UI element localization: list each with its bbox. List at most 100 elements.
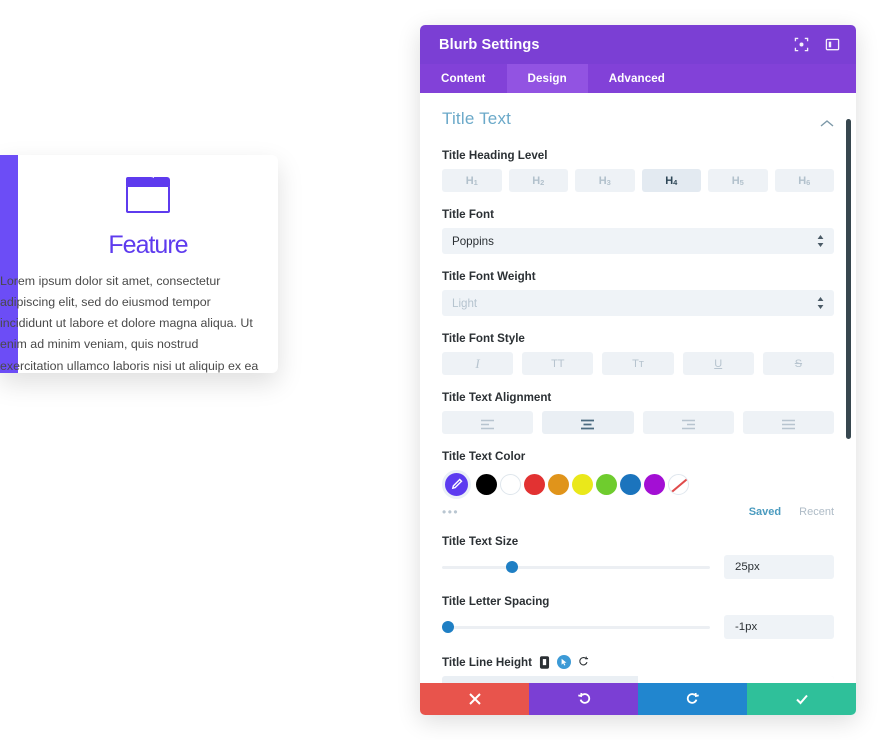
recent-colors-tab[interactable]: Recent xyxy=(799,506,834,518)
redo-icon xyxy=(686,692,699,704)
panel-header-actions xyxy=(794,37,840,52)
field-title-text-alignment: Title Text Alignment xyxy=(442,391,834,434)
small-caps-icon[interactable]: Tт xyxy=(602,352,674,375)
tab-content[interactable]: Content xyxy=(420,64,507,93)
title-font-weight-select[interactable]: Light xyxy=(442,290,834,316)
heading-level-buttons: H1 H2 H3 H4 H5 H6 xyxy=(442,169,834,192)
redo-button[interactable] xyxy=(638,683,747,715)
underline-glyph: U xyxy=(714,357,723,370)
blurb-settings-panel: Blurb Settings Content Design Advanced T… xyxy=(420,25,856,715)
title-font-value: Poppins xyxy=(452,234,494,248)
label-title-font-weight: Title Font Weight xyxy=(442,270,536,283)
font-style-buttons: I TT Tт U S xyxy=(442,352,835,375)
field-title-heading-level: Title Heading Level H1 H2 H3 H4 H5 H6 xyxy=(442,149,834,192)
field-title-text-color: Title Text Color ••• Saved Recent xyxy=(442,450,834,519)
heading-level-h3[interactable]: H3 xyxy=(575,169,635,192)
slider-track xyxy=(442,625,710,629)
title-text-size-row: 25px xyxy=(442,555,834,579)
line-height-state-toggle: Default Hover xyxy=(442,676,834,683)
undo-icon xyxy=(577,692,590,704)
panel-layout-icon[interactable] xyxy=(825,37,840,52)
focus-target-icon[interactable] xyxy=(794,37,809,52)
strikethrough-icon[interactable]: S xyxy=(762,352,835,375)
tab-design[interactable]: Design xyxy=(506,64,588,93)
cancel-button[interactable] xyxy=(420,683,529,715)
panel-body: Title Text Title Heading Level H1 H2 H3 … xyxy=(420,93,856,683)
mobile-device-icon[interactable] xyxy=(539,655,550,669)
section-heading: Title Text xyxy=(442,109,512,128)
slider-thumb[interactable] xyxy=(506,561,519,573)
screen-root: Feature Lorem ipsum dolor sit amet, cons… xyxy=(0,0,880,740)
heading-level-h6[interactable]: H6 xyxy=(774,169,834,192)
settings-scroll-area: Title Text Title Heading Level H1 H2 H3 … xyxy=(420,93,856,683)
small-caps-glyph: Tт xyxy=(632,357,644,370)
label-title-text-alignment: Title Text Alignment xyxy=(442,391,552,404)
undo-button[interactable] xyxy=(529,683,638,715)
title-letter-spacing-slider[interactable] xyxy=(442,619,710,635)
panel-footer xyxy=(420,683,856,715)
tab-advanced[interactable]: Advanced xyxy=(588,64,686,93)
blurb-card[interactable]: Feature Lorem ipsum dolor sit amet, cons… xyxy=(0,155,278,373)
color-swatch-magenta[interactable] xyxy=(644,474,665,495)
select-arrows-icon xyxy=(817,235,824,247)
title-font-select[interactable]: Poppins xyxy=(442,228,834,254)
color-swatch-blue[interactable] xyxy=(620,474,641,495)
panel-tabs: Content Design Advanced xyxy=(420,64,856,93)
card-content: Feature Lorem ipsum dolor sit amet, cons… xyxy=(0,155,278,373)
color-swatch-transparent[interactable] xyxy=(668,474,689,495)
italic-icon[interactable]: I xyxy=(442,352,514,375)
color-picker-button[interactable] xyxy=(442,470,471,499)
field-title-letter-spacing: Title Letter Spacing -1px xyxy=(442,595,834,639)
label-title-font-style: Title Font Style xyxy=(442,332,525,345)
save-button[interactable] xyxy=(747,683,856,715)
color-swatch-yellow[interactable] xyxy=(572,474,593,495)
saved-colors-tab[interactable]: Saved xyxy=(749,506,781,518)
label-title-line-height: Title Line Height xyxy=(442,655,532,669)
title-text-size-value[interactable]: 25px xyxy=(724,555,834,579)
chevron-up-icon[interactable] xyxy=(820,115,834,127)
color-swatch-orange[interactable] xyxy=(548,474,569,495)
panel-scrollbar[interactable] xyxy=(846,119,851,439)
state-tab-default[interactable]: Default xyxy=(442,676,638,684)
state-tab-hover[interactable]: Hover xyxy=(638,676,834,683)
color-swatch-white[interactable] xyxy=(500,474,521,495)
close-icon xyxy=(468,693,481,705)
heading-level-h5[interactable]: H5 xyxy=(708,169,768,192)
color-swatch-green[interactable] xyxy=(596,474,617,495)
field-title-line-height: Title Line Height xyxy=(442,655,834,683)
label-title-heading-level: Title Heading Level xyxy=(442,149,548,162)
uppercase-icon[interactable]: TT xyxy=(522,352,594,375)
color-swatch-black[interactable] xyxy=(476,474,497,495)
align-right-icon[interactable] xyxy=(642,411,734,434)
heading-level-h2[interactable]: H2 xyxy=(508,169,568,192)
underline-icon[interactable]: U xyxy=(682,352,754,375)
slider-thumb[interactable] xyxy=(442,621,454,633)
field-title-font: Title Font Poppins xyxy=(442,208,834,254)
align-justify-icon[interactable] xyxy=(742,411,834,434)
hover-state-icon[interactable] xyxy=(556,655,571,669)
align-center-icon[interactable] xyxy=(542,411,634,434)
title-letter-spacing-value[interactable]: -1px xyxy=(724,615,834,639)
color-meta-row: ••• Saved Recent xyxy=(442,505,834,519)
blurb-preview: Feature Lorem ipsum dolor sit amet, cons… xyxy=(0,155,278,373)
section-title-text[interactable]: Title Text xyxy=(442,109,834,129)
heading-level-h1[interactable]: H1 xyxy=(442,169,502,192)
title-text-size-slider[interactable] xyxy=(442,559,710,575)
field-title-font-style: Title Font Style I TT Tт U S xyxy=(442,332,835,375)
label-title-text-size: Title Text Size xyxy=(442,535,519,548)
align-left-icon[interactable] xyxy=(442,411,534,434)
check-icon xyxy=(795,694,808,705)
field-title-font-weight: Title Font Weight Light xyxy=(442,270,834,316)
label-title-line-height-row: Title Line Height xyxy=(442,655,834,669)
title-font-weight-value: Light xyxy=(452,296,478,310)
color-swatch-red[interactable] xyxy=(524,474,545,495)
folder-icon xyxy=(126,177,170,213)
color-swatch-row xyxy=(442,470,834,499)
reset-icon[interactable] xyxy=(578,656,589,669)
panel-title: Blurb Settings xyxy=(439,36,540,53)
slider-track xyxy=(442,565,710,569)
more-colors-button[interactable]: ••• xyxy=(442,505,488,519)
folder-body-shape xyxy=(126,185,170,213)
heading-level-h4[interactable]: H4 xyxy=(641,169,701,192)
blurb-body-text: Lorem ipsum dolor sit amet, consectetur … xyxy=(0,273,259,373)
